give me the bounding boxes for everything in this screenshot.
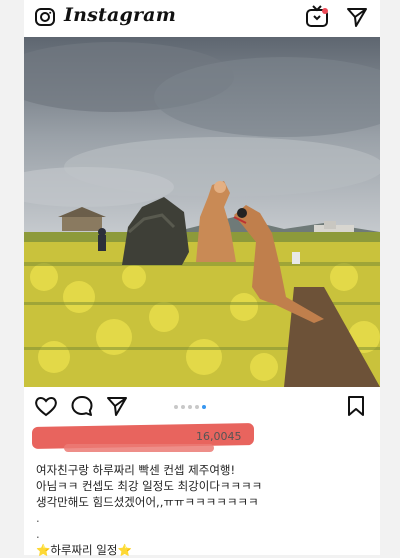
app-logo: Instagram bbox=[64, 4, 176, 26]
caption-line: . bbox=[36, 527, 40, 541]
carousel-dot bbox=[174, 405, 178, 409]
camera-icon[interactable] bbox=[34, 6, 56, 32]
caption-line: ⭐하루짜리 일정⭐ bbox=[36, 543, 132, 557]
caption-line: 아님ㅋㅋ 컨셉도 최강 일정도 최강이다ㅋㅋㅋㅋ bbox=[36, 479, 263, 493]
bookmark-icon[interactable] bbox=[346, 395, 366, 421]
igtv-icon[interactable] bbox=[305, 5, 329, 33]
direct-send-icon[interactable] bbox=[346, 6, 368, 32]
carousel-dot bbox=[195, 405, 199, 409]
likes-count: 16,0045 bbox=[196, 430, 242, 443]
carousel-dot bbox=[188, 405, 192, 409]
redacted-username-trail bbox=[64, 444, 214, 452]
carousel-indicator bbox=[174, 405, 206, 409]
carousel-dot bbox=[181, 405, 185, 409]
caption-line: . bbox=[36, 511, 40, 525]
post-actions bbox=[24, 393, 380, 421]
post-photo[interactable] bbox=[24, 37, 380, 387]
post-caption: 여자친구랑 하루짜리 빡센 컨셉 제주여행! 아님ㅋㅋ 컨셉도 최강 일정도 최… bbox=[36, 462, 376, 558]
caption-line: 생각만해도 힘드셨겠어어,,ㅠㅠㅋㅋㅋㅋㅋㅋㅋ bbox=[36, 495, 259, 509]
top-bar: Instagram bbox=[24, 0, 380, 34]
heart-icon[interactable] bbox=[34, 395, 58, 421]
comment-icon[interactable] bbox=[70, 395, 94, 421]
share-icon[interactable] bbox=[106, 395, 128, 421]
carousel-dot-active bbox=[202, 405, 206, 409]
post-frame: Instagram 16,0045 여자친구랑 하루짜리 빡센 컨셉 제주여행!… bbox=[24, 0, 380, 558]
caption-line: 여자친구랑 하루짜리 빡센 컨셉 제주여행! bbox=[36, 463, 236, 477]
